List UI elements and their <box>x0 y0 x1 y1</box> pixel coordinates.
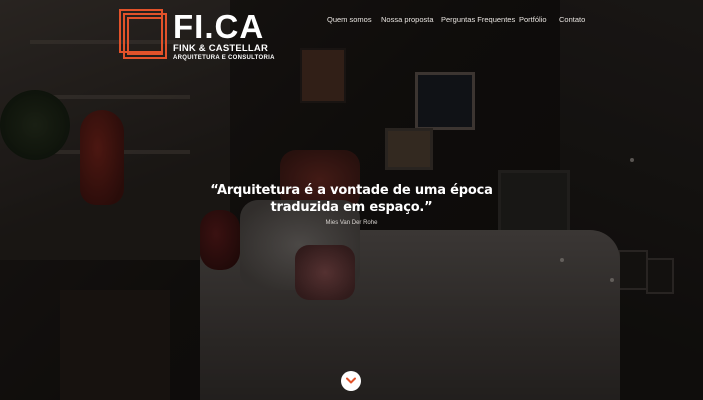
quote-text: “Arquitetura é a vontade de uma época tr… <box>0 182 703 216</box>
logo-brand-name: FI.CA <box>173 8 265 45</box>
scroll-down-button[interactable] <box>341 371 361 391</box>
site-logo[interactable]: FI.CA FINK & CASTELLAR ARQUITETURA E CON… <box>119 9 275 61</box>
quote-line: traduzida em espaço.” <box>270 200 433 215</box>
hero-quote: “Arquitetura é a vontade de uma época tr… <box>0 182 703 226</box>
nav-item-perguntas-frequentes[interactable]: Perguntas Frequentes <box>441 15 515 24</box>
nav-item-portfolio[interactable]: Portfólio <box>519 15 547 24</box>
nav-item-contato[interactable]: Contato <box>559 15 585 24</box>
logo-squares-icon <box>119 9 169 59</box>
chevron-down-icon <box>346 377 356 384</box>
nav-item-quem-somos[interactable]: Quem somos <box>327 15 372 24</box>
logo-wordmark: FI.CA FINK & CASTELLAR ARQUITETURA E CON… <box>173 9 275 61</box>
logo-subtagline: ARQUITETURA E CONSULTORIA <box>173 54 275 61</box>
quote-author: Mies Van Der Rohe <box>325 220 378 226</box>
logo-tagline: FINK & CASTELLAR <box>173 43 269 54</box>
quote-line: “Arquitetura é a vontade de uma época <box>210 183 493 198</box>
nav-item-nossa-proposta[interactable]: Nossa proposta <box>381 15 434 24</box>
